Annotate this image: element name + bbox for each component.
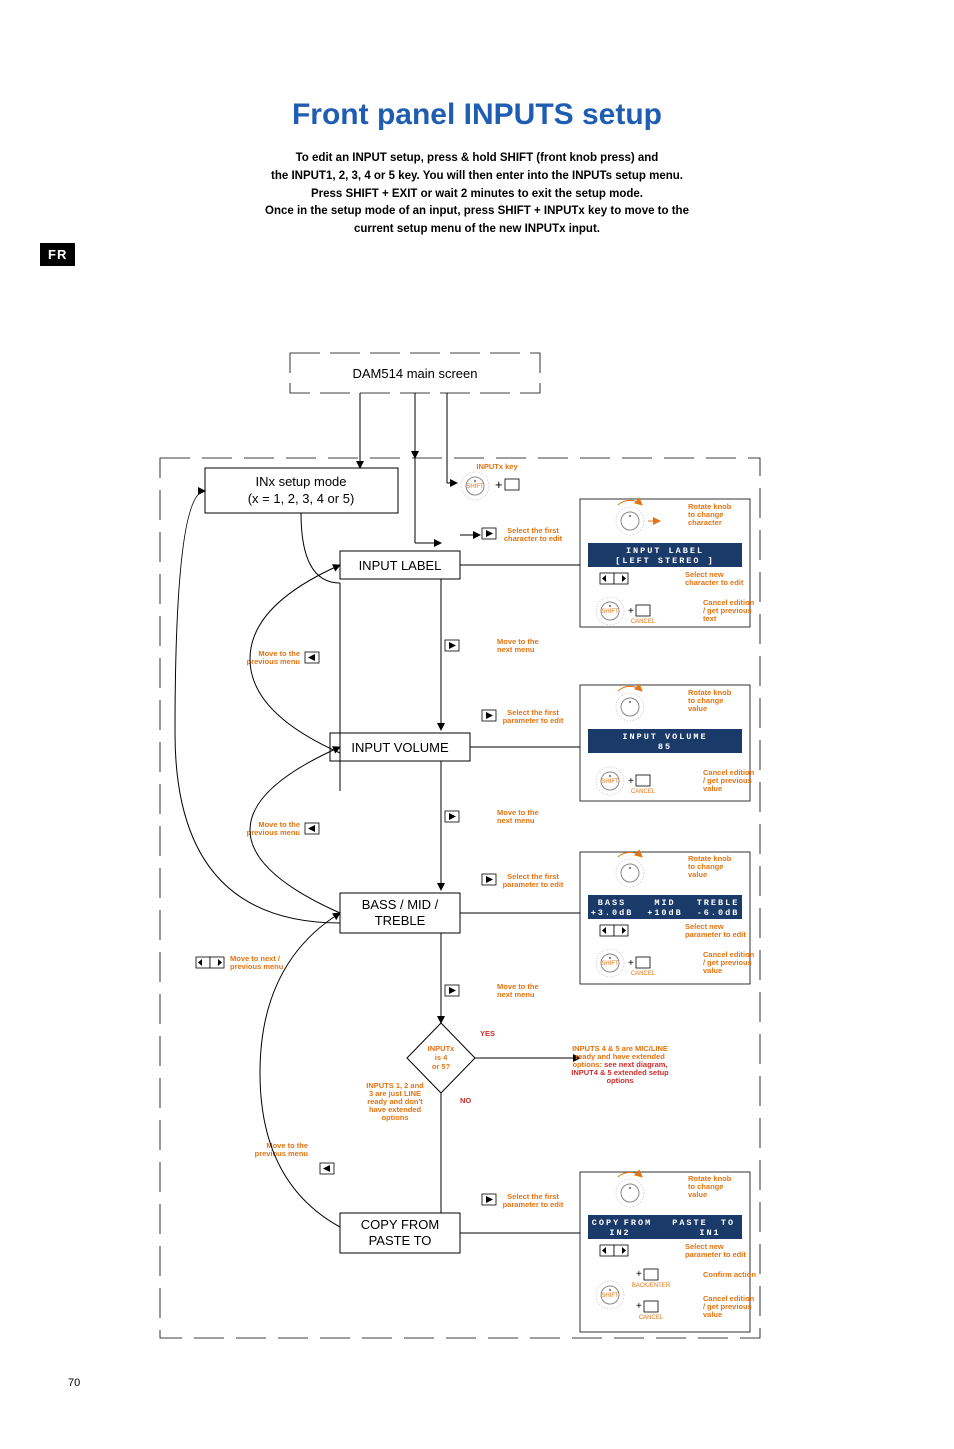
svg-text:character to edit: character to edit (504, 534, 563, 543)
svg-text:next menu: next menu (497, 816, 535, 825)
svg-text:CANCEL: CANCEL (631, 619, 656, 625)
svg-text:+: + (628, 776, 634, 787)
svg-text:value: value (703, 1310, 722, 1319)
svg-text:MID: MID (654, 898, 675, 908)
svg-text:or 5?: or 5? (432, 1062, 451, 1071)
svg-text:options: options (606, 1076, 633, 1085)
svg-text:+: + (628, 958, 634, 969)
branch-yes: YES (480, 1029, 495, 1038)
svg-text:SHIFT: SHIFT (466, 484, 484, 490)
language-tag: FR (40, 243, 75, 266)
svg-text:parameter to edit: parameter to edit (503, 880, 564, 889)
svg-text:value: value (703, 784, 722, 793)
svg-text:+: + (636, 1301, 642, 1312)
svg-text:SHIFT: SHIFT (601, 961, 619, 967)
svg-text:COPY FROM: COPY FROM (361, 1217, 440, 1232)
svg-text:PASTE: PASTE (672, 1218, 708, 1228)
svg-text:BASS / MID /: BASS / MID / (362, 897, 439, 912)
svg-text:CANCEL: CANCEL (639, 1315, 664, 1321)
intro-l5: current setup menu of the new INPUTx inp… (354, 223, 600, 235)
svg-text:IN1: IN1 (699, 1228, 720, 1238)
intro-l2: the INPUT1, 2, 3, 4 or 5 key. You will t… (271, 170, 683, 182)
svg-text:INPUT VOLUME: INPUT VOLUME (622, 732, 707, 742)
svg-text:PASTE TO: PASTE TO (369, 1233, 432, 1248)
node-input-volume: INPUT VOLUME (330, 733, 470, 761)
svg-text:SHIFT: SHIFT (601, 609, 619, 615)
svg-text:parameter to edit: parameter to edit (685, 930, 746, 939)
svg-text:SHIFT: SHIFT (601, 779, 619, 785)
intro-text: To edit an INPUT setup, press & hold SHI… (130, 150, 824, 239)
svg-text:value: value (703, 966, 722, 975)
svg-text:+: + (495, 477, 503, 492)
node-input-label: INPUT LABEL (340, 551, 460, 579)
svg-text:BASS: BASS (598, 898, 626, 908)
svg-text:INPUT VOLUME: INPUT VOLUME (351, 740, 449, 755)
svg-text:+10dB: +10dB (647, 908, 683, 918)
svg-text:85: 85 (658, 742, 672, 752)
svg-text:previous menu: previous menu (255, 1149, 309, 1158)
svg-text:next menu: next menu (497, 645, 535, 654)
svg-text:+: + (628, 606, 634, 617)
svg-text:[LEFT STEREO ]: [LEFT STEREO ] (615, 556, 714, 566)
svg-text:TO: TO (721, 1218, 735, 1228)
svg-text:IN2: IN2 (609, 1228, 630, 1238)
svg-text:CANCEL: CANCEL (631, 971, 656, 977)
svg-text:parameter to edit: parameter to edit (503, 1200, 564, 1209)
svg-text:CANCEL: CANCEL (631, 789, 656, 795)
svg-text:character to edit: character to edit (685, 578, 744, 587)
svg-text:value: value (688, 870, 707, 879)
panel-input-label: Rotate knob to change character INPUT LA… (580, 499, 755, 627)
svg-text:+3.0dB: +3.0dB (591, 908, 634, 918)
svg-text:value: value (688, 1190, 707, 1199)
svg-text:is 4: is 4 (435, 1053, 448, 1062)
svg-text:previous menu: previous menu (230, 962, 284, 971)
svg-text:character: character (688, 518, 722, 527)
svg-text:TREBLE: TREBLE (697, 898, 740, 908)
svg-text:TREBLE: TREBLE (375, 913, 426, 928)
intro-l4: Once in the setup mode of an input, pres… (265, 205, 689, 217)
panel-input-volume: Rotate knob to change value INPUT VOLUME… (580, 685, 755, 801)
svg-text:parameter to edit: parameter to edit (503, 716, 564, 725)
flowchart: DAM514 main screen INPUTx key SHIFT + IN… (140, 333, 800, 1353)
svg-text:INPUT LABEL: INPUT LABEL (359, 558, 442, 573)
svg-text:next menu: next menu (497, 990, 535, 999)
svg-text:FROM: FROM (624, 1218, 652, 1228)
svg-text:text: text (703, 614, 717, 623)
node-main-screen-label: DAM514 main screen (353, 366, 478, 381)
svg-text:BACK/ENTER: BACK/ENTER (632, 1283, 671, 1289)
intro-l1: To edit an INPUT setup, press & hold SHI… (296, 152, 659, 164)
node-inx-l1: INx setup mode (255, 474, 346, 489)
svg-text:COPY: COPY (592, 1218, 620, 1228)
svg-text:INPUT LABEL: INPUT LABEL (626, 546, 704, 556)
svg-text:Confirm action: Confirm action (703, 1270, 756, 1279)
panel-bass-mid-treble: Rotate knob to change value BASS MID TRE… (580, 852, 755, 984)
svg-text:SHIFT: SHIFT (601, 1293, 619, 1299)
intro-l3: Press SHIFT + EXIT or wait 2 minutes to … (311, 188, 643, 200)
svg-text:value: value (688, 704, 707, 713)
svg-text:+: + (636, 1269, 642, 1280)
inputx-key-label: INPUTx key (476, 462, 518, 471)
svg-text:previous menu: previous menu (247, 657, 301, 666)
svg-text:previous menu: previous menu (247, 828, 301, 837)
node-copy-paste: COPY FROM PASTE TO (340, 1213, 460, 1253)
page-title: Front panel INPUTS setup (0, 98, 954, 132)
svg-text:INPUTx: INPUTx (428, 1044, 456, 1053)
svg-text:-6.0dB: -6.0dB (697, 908, 740, 918)
node-inx-l2: (x = 1, 2, 3, 4 or 5) (248, 491, 355, 506)
svg-text:options: options (381, 1113, 408, 1122)
node-bass-mid-treble: BASS / MID / TREBLE (340, 893, 460, 933)
panel-copy-paste: Rotate knob to change value COPY FROM PA… (580, 1172, 756, 1332)
branch-no: NO (460, 1096, 471, 1105)
svg-text:parameter to edit: parameter to edit (685, 1250, 746, 1259)
page-number: 70 (68, 1377, 80, 1389)
